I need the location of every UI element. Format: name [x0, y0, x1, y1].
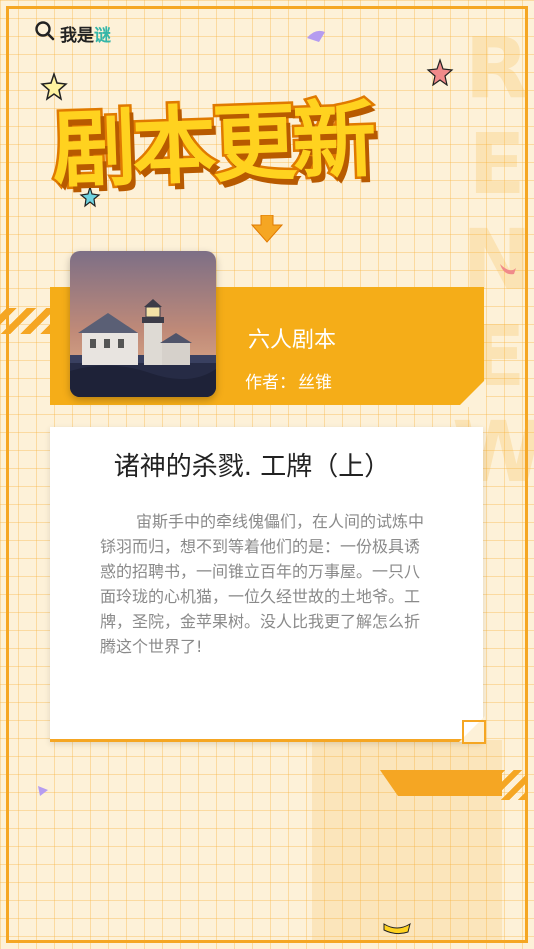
script-description: 宙斯手中的牵线傀儡们，在人间的试炼中铩羽而归，想不到等着他们的是：一份极具诱惑的… — [100, 512, 425, 656]
card-corner-decor — [462, 720, 486, 744]
page-title: 剧本更新 — [48, 88, 376, 202]
lighthouse-image — [70, 251, 216, 397]
author-line: 作者： 丝锥 — [245, 368, 332, 393]
stripe-decor — [496, 770, 526, 800]
script-title: 诸神的杀戮. 工牌（上） — [113, 452, 391, 482]
book-category: 六人剧本 — [248, 328, 337, 353]
author-label: 作者： — [245, 373, 296, 393]
confetti-icon — [38, 786, 48, 796]
logo-text: 我是谜 — [60, 25, 111, 46]
search-icon — [34, 20, 56, 46]
confetti-icon — [383, 922, 411, 935]
app-logo[interactable]: 我是谜 — [34, 20, 111, 46]
header-title-wrap: 剧本更新 — [46, 72, 486, 212]
confetti-icon — [307, 30, 325, 42]
confetti-icon — [500, 264, 516, 275]
author-name: 丝锥 — [298, 373, 332, 393]
bar-decor — [380, 770, 502, 796]
arrow-down-icon — [251, 215, 283, 243]
stripe-decor — [0, 308, 50, 334]
